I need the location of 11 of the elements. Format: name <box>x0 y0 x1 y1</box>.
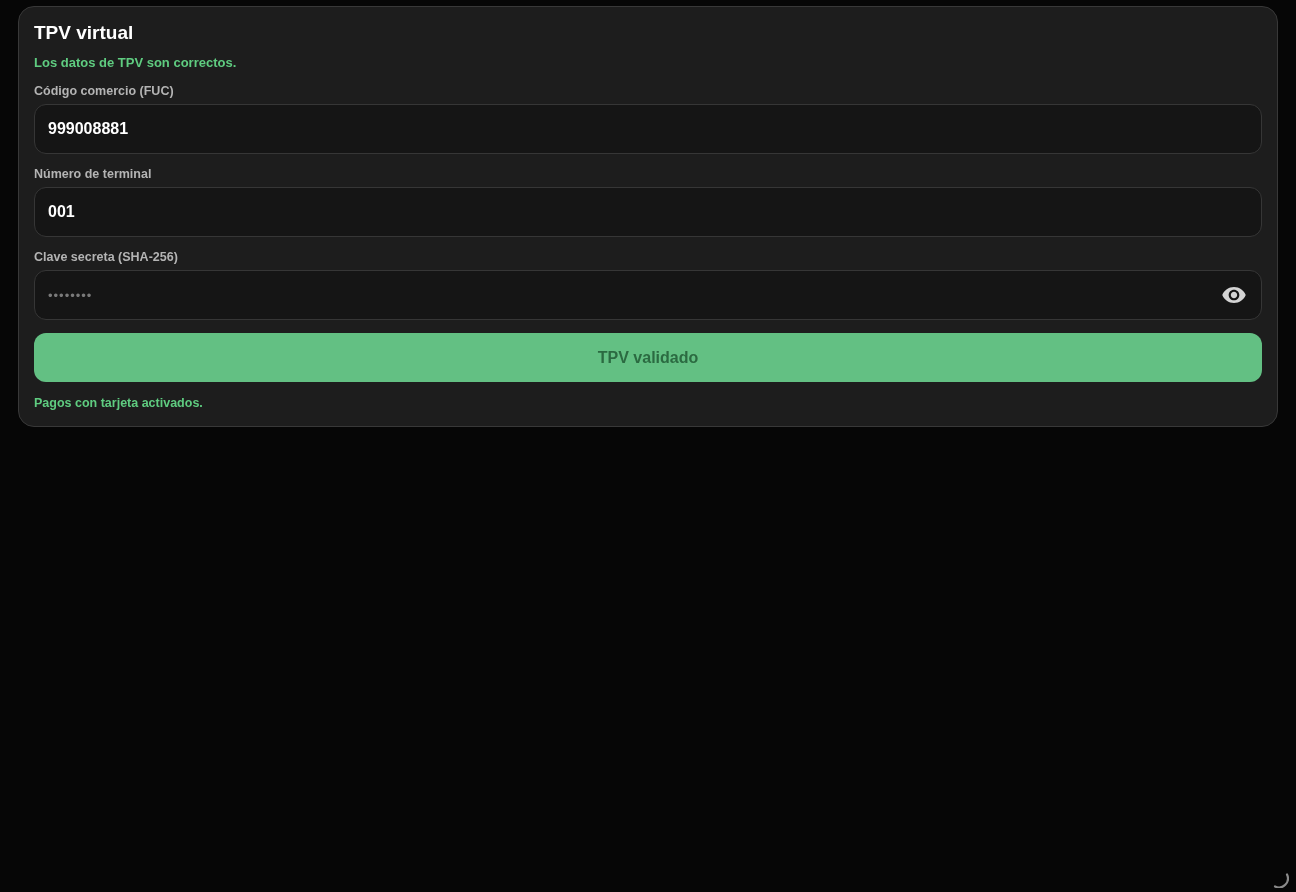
password-field[interactable]: •••••••• <box>34 270 1262 320</box>
input-field[interactable]: 999008881 <box>34 104 1262 154</box>
card-title: TPV virtual <box>34 21 135 45</box>
field-label: Código comercio (FUC) <box>34 84 175 98</box>
eye-icon[interactable] <box>1222 287 1246 303</box>
field-label: Número de terminal <box>34 167 153 181</box>
input-field[interactable]: 001 <box>34 187 1262 237</box>
success-message: Los datos de TPV son correctos. <box>34 55 238 70</box>
success-message: Pagos con tarjeta activados. <box>34 396 204 411</box>
loading-arc-icon <box>1273 873 1289 888</box>
field-label: Clave secreta (SHA-256) <box>34 250 179 264</box>
